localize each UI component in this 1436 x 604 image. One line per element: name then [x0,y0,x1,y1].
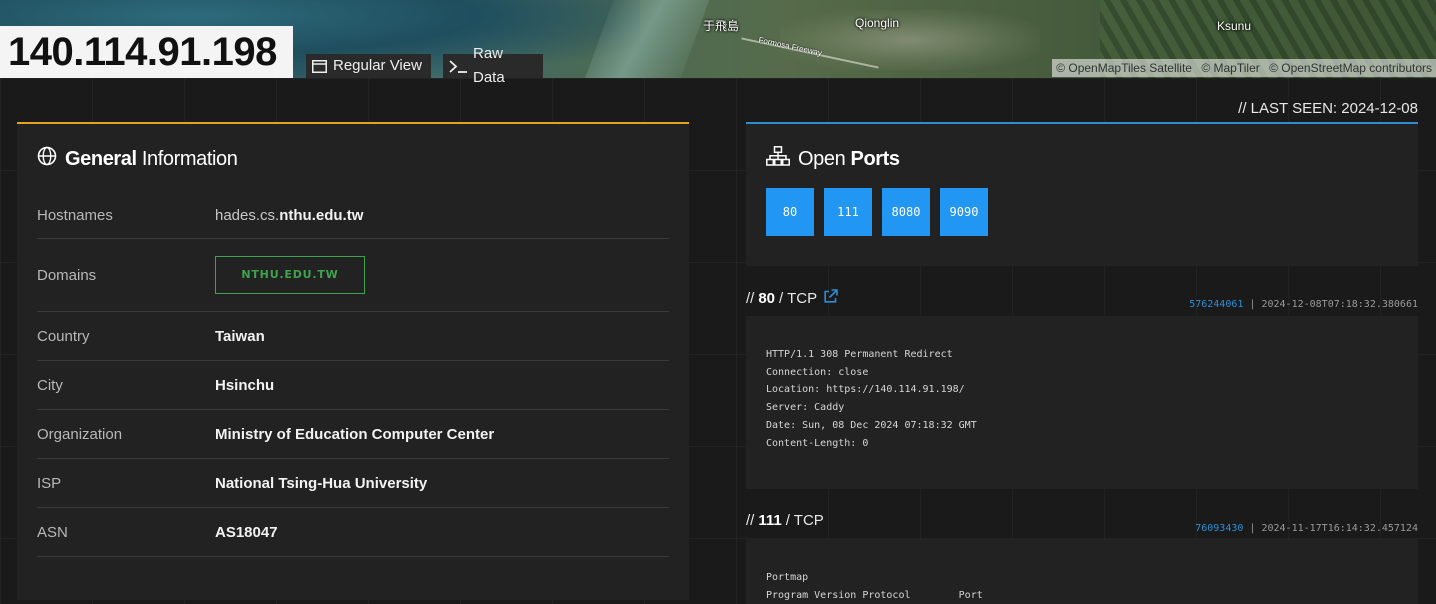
map-label: 于飛島 [703,19,740,33]
hostname-domain: nthu.edu.tw [279,206,364,224]
title-bold: General [65,147,137,170]
raw-data-button[interactable]: Raw Data [443,45,543,86]
hostname-prefix: hades.cs. [215,206,280,224]
title-bold: Ports [850,147,901,170]
port-button-9090[interactable]: 9090 [940,188,988,236]
service-protocol: / TCP [779,290,818,307]
port-list: 80 111 8080 9090 [766,188,988,236]
info-row-country: Country Taiwan [37,312,669,361]
attribution-link[interactable]: © OpenStreetMap contributors [1269,61,1432,75]
info-row-domains: Domains NTHU.EDU.TW [37,239,669,312]
service-timestamp: | 2024-11-17T16:14:32.457124 [1249,523,1418,534]
domain-badge[interactable]: NTHU.EDU.TW [215,256,365,294]
service-hash-link[interactable]: 576244061 [1189,299,1243,310]
info-row-city: City Hsinchu [37,361,669,410]
service-prefix: // [746,290,755,307]
info-row-isp: ISP National Tsing-Hua University [37,459,669,508]
port-button-111[interactable]: 111 [824,188,872,236]
organization-value: Ministry of Education Computer Center [215,425,495,443]
service-timestamp: | 2024-12-08T07:18:32.380661 [1249,299,1418,310]
map-label: Ksunu [1217,19,1252,33]
regular-view-label: Regular View [333,57,422,74]
raw-data-label: Raw Data [473,45,505,86]
last-seen: // LAST SEEN: 2024-12-08 [1238,100,1418,117]
attribution-link[interactable]: © OpenMapTiles Satellite [1056,61,1192,75]
service-header-111: // 111 / TCP [746,512,824,529]
info-label: Country [37,327,90,345]
regular-view-button[interactable]: Regular View [306,54,431,78]
info-label: ISP [37,474,62,492]
window-icon [312,59,327,73]
port-button-8080[interactable]: 8080 [882,188,930,236]
general-information-title: General Information [37,146,238,172]
service-port: 111 [758,512,782,529]
asn-value: AS18047 [215,523,278,541]
service-banner-111: Portmap Program Version Protocol Port [746,539,1418,604]
general-information-card: General Information Hostnames hades.cs.n… [17,122,689,600]
service-prefix: // [746,512,755,529]
title-light: Information [141,147,238,170]
info-label: ASN [37,523,68,541]
open-ports-title: Open Ports [766,146,900,172]
service-port: 80 [758,290,776,307]
page-title: 140.114.91.198 [0,26,293,78]
info-label: Domains [37,266,97,284]
city-value: Hsinchu [215,376,275,394]
hostname-value: hades.cs.nthu.edu.tw [215,207,363,224]
title-light: Open [798,147,846,170]
service-meta-80: 576244061 | 2024-12-08T07:18:32.380661 [1189,299,1418,310]
attribution-link[interactable]: © MapTiler [1201,61,1259,75]
map-urban-area [780,10,1040,70]
service-protocol: / TCP [785,512,824,529]
service-meta-111: 76093430 | 2024-11-17T16:14:32.457124 [1195,523,1418,534]
info-label: City [37,376,63,394]
info-row-organization: Organization Ministry of Education Compu… [37,410,669,459]
info-row-hostnames: Hostnames hades.cs.nthu.edu.tw [37,192,669,239]
info-label: Organization [37,425,123,443]
map-label: Qionglin [855,16,900,30]
open-ports-card: Open Ports 80 111 8080 9090 [746,122,1418,266]
globe-icon [37,146,57,172]
service-hash-link[interactable]: 76093430 [1195,523,1243,534]
info-label: Hostnames [37,206,113,224]
sitemap-icon [766,146,790,172]
isp-value: National Tsing-Hua University [215,474,428,492]
country-value: Taiwan [215,327,265,345]
service-header-80: // 80 / TCP [746,289,838,308]
service-banner-80: HTTP/1.1 308 Permanent Redirect Connecti… [746,316,1418,489]
external-link-icon[interactable] [823,289,838,308]
port-button-80[interactable]: 80 [766,188,814,236]
info-row-asn: ASN AS18047 [37,508,669,557]
terminal-icon [449,59,467,73]
map-attribution: © OpenMapTiles Satellite © MapTiler © Op… [1052,59,1436,77]
